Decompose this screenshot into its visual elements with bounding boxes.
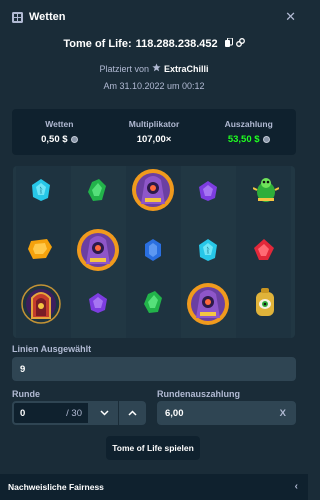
fairness-label: Nachweisliche Fairness xyxy=(8,482,104,492)
close-icon[interactable]: ✕ xyxy=(285,10,296,23)
stat-payout: Auszahlung 53,50 $ xyxy=(201,109,296,155)
stat-multiplier: Multiplikator 107,00× xyxy=(107,109,202,155)
multiplier-suffix: X xyxy=(279,407,286,419)
purple-gem-icon xyxy=(199,181,217,201)
cyan-gem-icon: ᚱ xyxy=(32,179,50,201)
round-prev-button[interactable] xyxy=(118,401,146,425)
stat-label: Wetten xyxy=(45,119,74,129)
pharaoh-wild-icon xyxy=(77,229,119,271)
stat-label: Auszahlung xyxy=(224,119,273,129)
orange-gem-icon xyxy=(28,239,52,259)
stat-value: 107,00× xyxy=(136,134,172,145)
placed-by-label: Platziert von xyxy=(99,63,149,74)
bets-grid-icon xyxy=(12,11,23,23)
eye-amulet-icon xyxy=(256,288,274,316)
modal-header: Wetten ✕ xyxy=(0,0,308,34)
chevron-down-icon xyxy=(99,410,109,416)
copy-icon[interactable] xyxy=(224,37,233,50)
username-link[interactable]: ExtraChilli xyxy=(164,64,209,74)
vip-star-icon xyxy=(152,63,161,74)
stat-value-row: 53,50 $ xyxy=(228,134,270,145)
modal-title: Wetten xyxy=(29,11,66,23)
round-control: 0 / 30 xyxy=(12,401,146,425)
pharaoh-wild-icon xyxy=(132,169,174,211)
green-gem-icon xyxy=(144,291,162,313)
round-value: 0 xyxy=(20,407,26,419)
stat-value: 0,50 $ xyxy=(41,134,68,145)
round-label: Runde xyxy=(12,389,40,399)
red-gem-icon xyxy=(254,239,274,260)
bet-stats: Wetten 0,50 $ Multiplikator 107,00× Ausz… xyxy=(12,109,296,155)
lines-value: 9 xyxy=(20,363,26,375)
stat-value-row: 0,50 $ xyxy=(41,134,78,145)
slot-board: ᚱ ᚱ xyxy=(13,166,295,338)
bet-id: 118.288.238.452 xyxy=(135,38,218,50)
round-next-button[interactable] xyxy=(90,401,118,425)
chevron-up-icon xyxy=(128,410,137,416)
chevron-left-icon: ‹ xyxy=(294,481,298,492)
svg-text:ᚱ: ᚱ xyxy=(39,186,44,195)
bet-title: Tome of Life: 118.288.238.452 xyxy=(0,37,308,50)
payout-label: Rundenauszahlung xyxy=(157,389,240,399)
green-beetle-icon xyxy=(253,178,279,202)
lines-input[interactable]: 9 xyxy=(12,357,296,381)
round-payout-input[interactable]: 6,00 X xyxy=(157,401,296,425)
stat-value: 53,50 $ xyxy=(227,134,260,145)
link-icon[interactable] xyxy=(235,38,245,50)
currency-icon xyxy=(262,136,270,143)
play-game-button[interactable]: Tome of Life spielen xyxy=(106,436,200,460)
bet-date: Am 31.10.2022 um 00:12 xyxy=(103,81,205,91)
game-name[interactable]: Tome of Life xyxy=(63,38,128,50)
cyan-gem-icon: ᚱ xyxy=(199,239,217,261)
purple-gem-icon xyxy=(89,293,107,313)
currency-icon xyxy=(70,136,78,143)
lines-label: Linien Ausgewählt xyxy=(12,344,92,354)
round-max: / 30 xyxy=(66,407,82,419)
title-separator: : xyxy=(127,38,132,50)
round-input[interactable]: 0 / 30 xyxy=(12,401,90,425)
payout-value: 6,00 xyxy=(165,407,184,419)
portal-scatter-icon xyxy=(21,284,61,324)
stat-label: Multiplikator xyxy=(128,119,180,129)
stat-bet: Wetten 0,50 $ xyxy=(12,109,107,155)
blue-gem-icon xyxy=(145,239,161,261)
fairness-section[interactable]: Nachweisliche Fairness ‹ xyxy=(0,474,308,500)
svg-text:ᚱ: ᚱ xyxy=(206,246,211,255)
placed-by: Platziert von ExtraChilli xyxy=(0,63,308,74)
pharaoh-wild-icon xyxy=(187,283,229,325)
green-gem-icon xyxy=(88,179,106,201)
